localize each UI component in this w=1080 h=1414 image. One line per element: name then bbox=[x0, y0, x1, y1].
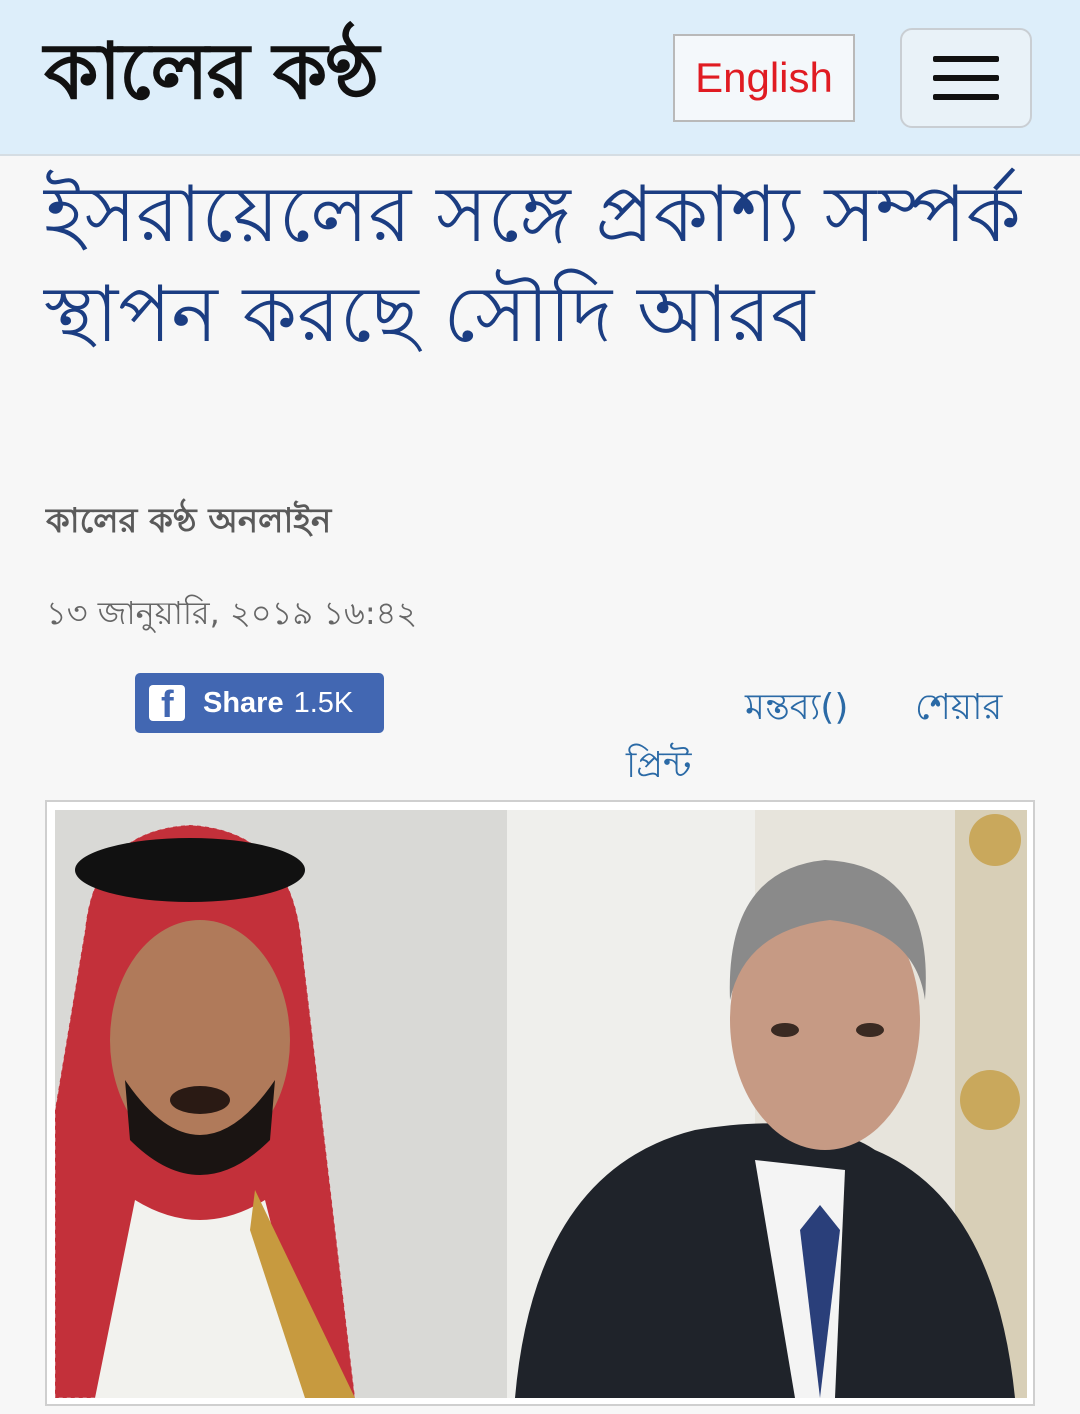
article-date: ১৩ জানুয়ারি, ২০১৯ ১৬:৪২ bbox=[46, 594, 418, 632]
article-photo-image bbox=[55, 810, 1027, 1398]
hamburger-menu-icon-bar bbox=[933, 94, 999, 100]
hamburger-menu-icon bbox=[933, 56, 999, 62]
facebook-icon bbox=[149, 685, 185, 721]
share-link[interactable]: শেয়ার bbox=[915, 680, 1002, 740]
menu-button[interactable] bbox=[900, 28, 1032, 128]
facebook-share-label: Share bbox=[203, 686, 284, 719]
print-link[interactable]: প্রিন্ট bbox=[626, 738, 692, 798]
site-header: কালের কণ্ঠ English bbox=[0, 0, 1080, 156]
site-logo[interactable]: কালের কণ্ঠ bbox=[44, 22, 379, 122]
article-headline: ইসরায়েলের সঙ্গে প্রকাশ্য সম্পর্ক স্থাপন… bbox=[44, 170, 1021, 360]
facebook-share-count: 1.5K bbox=[293, 686, 354, 719]
english-language-button[interactable]: English bbox=[673, 34, 855, 122]
comment-link[interactable]: মন্তব্য() bbox=[745, 680, 848, 740]
article-author: কালের কণ্ঠ অনলাইন bbox=[46, 501, 332, 541]
article-photo bbox=[45, 800, 1035, 1406]
facebook-share-button[interactable]: Share 1.5K bbox=[135, 673, 384, 733]
hamburger-menu-icon-bar bbox=[933, 75, 999, 81]
